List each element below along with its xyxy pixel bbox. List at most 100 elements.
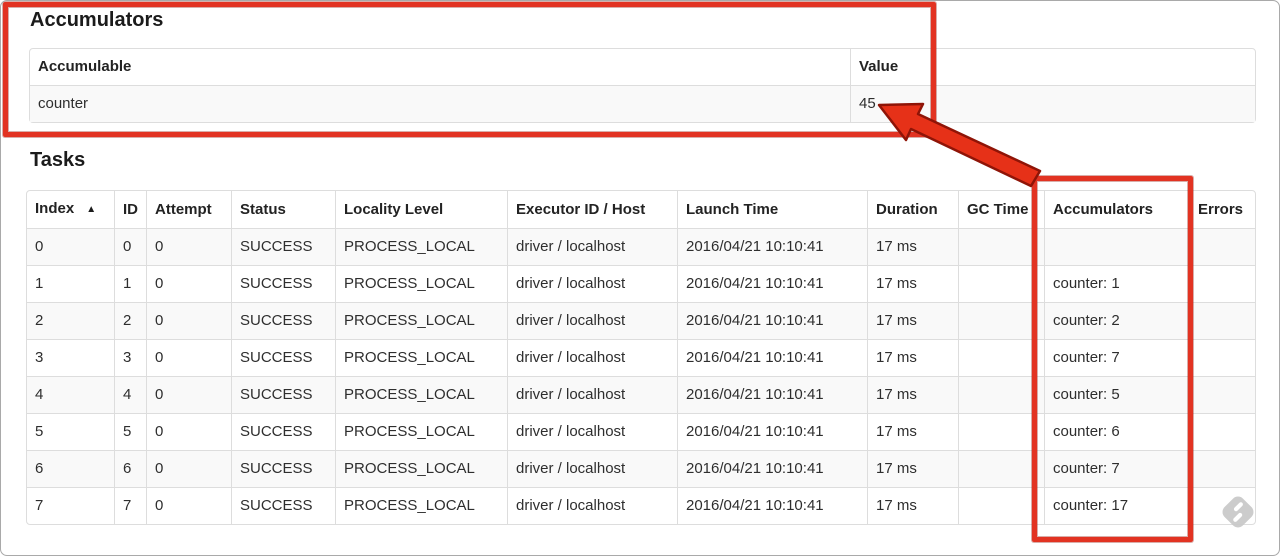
task-cell-status: SUCCESS (231, 339, 335, 376)
column-header-value: Value (850, 49, 1255, 85)
column-header-index[interactable]: Index ▲ (27, 191, 114, 228)
column-header-locality-level[interactable]: Locality Level (335, 191, 507, 228)
task-cell-accumulators: counter: 7 (1044, 339, 1189, 376)
column-header-errors[interactable]: Errors (1189, 191, 1255, 228)
task-cell-accumulators: counter: 7 (1044, 450, 1189, 487)
task-cell-attempt: 0 (146, 265, 231, 302)
task-cell-id: 3 (114, 339, 146, 376)
task-row: 6 6 0 SUCCESS PROCESS_LOCAL driver / localhos… (27, 450, 1255, 487)
column-header-gc-time[interactable]: GC Time (958, 191, 1044, 228)
task-cell-executor: driver / localhost (507, 487, 677, 524)
task-cell-locality: PROCESS_LOCAL (335, 413, 507, 450)
task-cell-duration: 17 ms (867, 302, 958, 339)
column-header-duration[interactable]: Duration (867, 191, 958, 228)
task-cell-launch: 2016/04/21 10:10:41 (677, 228, 867, 265)
tasks-header-row: Index ▲ ID Attempt Status Locality Level … (27, 191, 1255, 228)
column-header-accumulators[interactable]: Accumulators (1044, 191, 1189, 228)
task-cell-attempt: 0 (146, 487, 231, 524)
accumulators-header-row: Accumulable Value (30, 49, 1255, 85)
task-cell-index: 1 (27, 265, 114, 302)
task-cell-gctime (958, 265, 1044, 302)
tasks-table-body: 0 0 0 SUCCESS PROCESS_LOCAL driver / localhos… (27, 228, 1255, 524)
column-header-launch-time[interactable]: Launch Time (677, 191, 867, 228)
task-cell-gctime (958, 487, 1044, 524)
task-cell-launch: 2016/04/21 10:10:41 (677, 376, 867, 413)
task-cell-duration: 17 ms (867, 339, 958, 376)
task-row: 1 1 0 SUCCESS PROCESS_LOCAL driver / localhos… (27, 265, 1255, 302)
task-cell-id: 5 (114, 413, 146, 450)
task-cell-id: 0 (114, 228, 146, 265)
task-cell-gctime (958, 450, 1044, 487)
column-header-id[interactable]: ID (114, 191, 146, 228)
task-cell-attempt: 0 (146, 228, 231, 265)
task-cell-errors (1189, 302, 1255, 339)
task-cell-accumulators: counter: 1 (1044, 265, 1189, 302)
task-cell-status: SUCCESS (231, 228, 335, 265)
column-header-accumulable: Accumulable (38, 58, 132, 75)
task-cell-gctime (958, 302, 1044, 339)
accumulators-section-title: Accumulators (30, 9, 164, 31)
tasks-section-title: Tasks (30, 149, 86, 171)
task-cell-gctime (958, 228, 1044, 265)
sort-ascending-icon: ▲ (86, 204, 97, 215)
task-cell-accumulators: counter: 2 (1044, 302, 1189, 339)
column-header-index-label: Index (35, 200, 75, 217)
column-header-attempt[interactable]: Attempt (146, 191, 231, 228)
task-cell-accumulators: counter: 17 (1044, 487, 1189, 524)
task-cell-attempt: 0 (146, 450, 231, 487)
column-header-executor-id-host[interactable]: Executor ID / Host (507, 191, 677, 228)
task-row: 0 0 0 SUCCESS PROCESS_LOCAL driver / localhos… (27, 228, 1255, 265)
accumulable-name-cell: counter (30, 85, 850, 122)
task-cell-errors (1189, 413, 1255, 450)
task-cell-status: SUCCESS (231, 302, 335, 339)
task-cell-launch: 2016/04/21 10:10:41 (677, 265, 867, 302)
task-cell-launch: 2016/04/21 10:10:41 (677, 450, 867, 487)
task-cell-id: 6 (114, 450, 146, 487)
task-cell-attempt: 0 (146, 413, 231, 450)
task-cell-gctime (958, 339, 1044, 376)
task-cell-locality: PROCESS_LOCAL (335, 487, 507, 524)
task-cell-errors (1189, 339, 1255, 376)
task-cell-executor: driver / localhost (507, 339, 677, 376)
accumulable-value-cell: 45 (850, 85, 1255, 122)
task-cell-executor: driver / localhost (507, 265, 677, 302)
task-cell-index: 5 (27, 413, 114, 450)
task-cell-status: SUCCESS (231, 265, 335, 302)
task-cell-launch: 2016/04/21 10:10:41 (677, 339, 867, 376)
tasks-table: Index ▲ ID Attempt Status Locality Level … (26, 190, 1256, 525)
task-cell-index: 4 (27, 376, 114, 413)
task-cell-duration: 17 ms (867, 376, 958, 413)
task-cell-duration: 17 ms (867, 228, 958, 265)
task-cell-accumulators: counter: 5 (1044, 376, 1189, 413)
task-cell-id: 7 (114, 487, 146, 524)
task-cell-executor: driver / localhost (507, 228, 677, 265)
task-cell-executor: driver / localhost (507, 413, 677, 450)
task-cell-executor: driver / localhost (507, 376, 677, 413)
task-cell-locality: PROCESS_LOCAL (335, 376, 507, 413)
column-header-status[interactable]: Status (231, 191, 335, 228)
task-cell-duration: 17 ms (867, 487, 958, 524)
task-cell-errors (1189, 376, 1255, 413)
task-cell-status: SUCCESS (231, 487, 335, 524)
task-cell-launch: 2016/04/21 10:10:41 (677, 413, 867, 450)
task-cell-locality: PROCESS_LOCAL (335, 265, 507, 302)
task-cell-duration: 17 ms (867, 265, 958, 302)
task-row: 4 4 0 SUCCESS PROCESS_LOCAL driver / localhos… (27, 376, 1255, 413)
task-cell-status: SUCCESS (231, 376, 335, 413)
task-cell-locality: PROCESS_LOCAL (335, 339, 507, 376)
task-cell-index: 6 (27, 450, 114, 487)
task-cell-errors (1189, 450, 1255, 487)
task-cell-locality: PROCESS_LOCAL (335, 302, 507, 339)
task-cell-gctime (958, 376, 1044, 413)
task-cell-id: 1 (114, 265, 146, 302)
task-cell-locality: PROCESS_LOCAL (335, 228, 507, 265)
task-cell-index: 3 (27, 339, 114, 376)
task-row: 2 2 0 SUCCESS PROCESS_LOCAL driver / localhos… (27, 302, 1255, 339)
task-cell-duration: 17 ms (867, 450, 958, 487)
task-cell-index: 7 (27, 487, 114, 524)
task-cell-id: 4 (114, 376, 146, 413)
task-cell-attempt: 0 (146, 302, 231, 339)
task-cell-attempt: 0 (146, 376, 231, 413)
task-cell-index: 2 (27, 302, 114, 339)
accumulators-table: Accumulable Value counter 45 (29, 48, 1256, 123)
